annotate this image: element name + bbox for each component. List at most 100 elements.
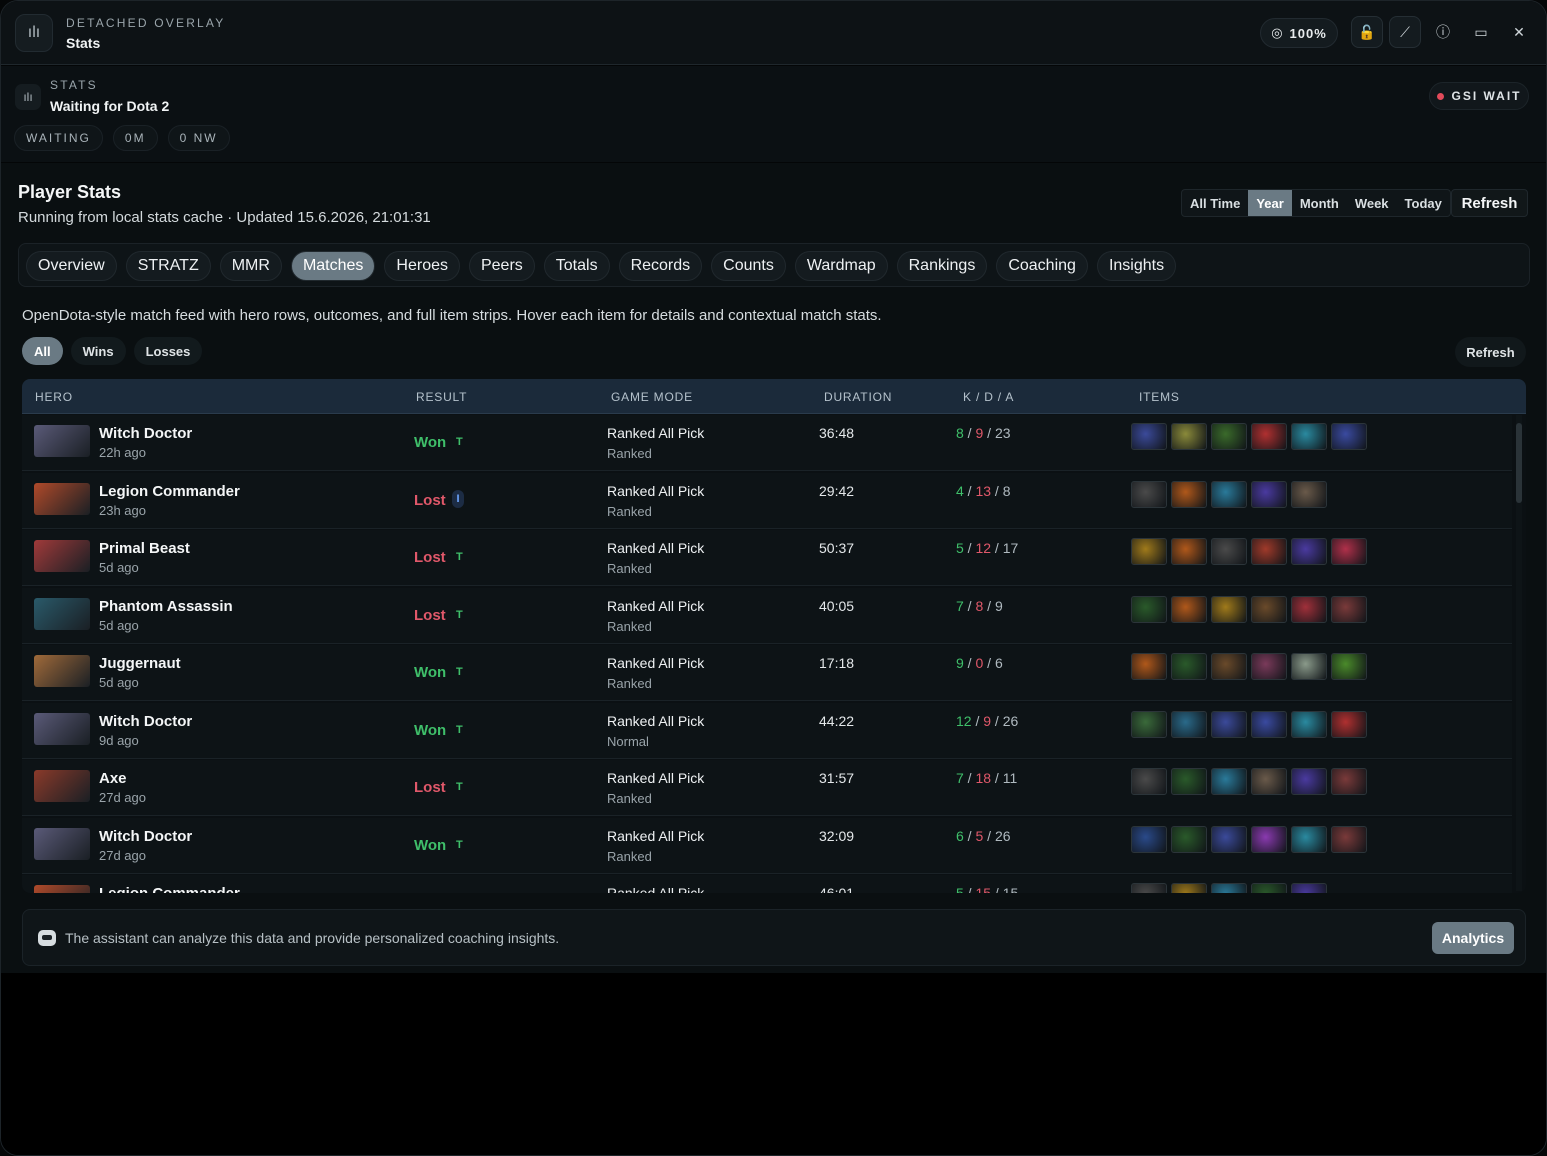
table-row[interactable]: Juggernaut 5d ago Won T Ranked All Pick Ranke… — [22, 645, 1512, 701]
item-icon[interactable] — [1131, 653, 1167, 680]
item-icon[interactable] — [1331, 595, 1367, 623]
item-icon[interactable] — [1291, 825, 1327, 853]
item-icon[interactable] — [1211, 883, 1247, 893]
item-icon[interactable] — [1211, 768, 1247, 795]
table-row[interactable]: Legion Commander Ranked All Pick 46:01 5 / … — [22, 875, 1512, 893]
item-icon[interactable] — [1171, 538, 1207, 565]
item-icon[interactable] — [1131, 710, 1167, 738]
item-icon[interactable] — [1331, 710, 1367, 738]
item-icon[interactable] — [1251, 883, 1287, 893]
item-icon[interactable] — [1211, 480, 1247, 508]
item-icon[interactable] — [1211, 710, 1247, 738]
deaths: 8 — [975, 597, 984, 614]
table-row[interactable]: Axe 27d ago Lost T Ranked All Pick Ranked 31:5… — [22, 760, 1512, 816]
info-icon[interactable]: ⓘ — [1427, 16, 1459, 48]
item-icon[interactable] — [1251, 710, 1287, 738]
item-icon[interactable] — [1331, 423, 1367, 450]
filter-all[interactable]: All — [22, 337, 63, 365]
item-icon[interactable] — [1211, 423, 1247, 450]
feed-refresh-button[interactable]: Refresh — [1455, 337, 1526, 367]
tab-overview[interactable]: Overview — [26, 251, 117, 281]
refresh-button[interactable]: Refresh — [1451, 189, 1528, 217]
kda: 8 / 9 / 23 — [956, 425, 1011, 441]
item-icon[interactable] — [1211, 538, 1247, 565]
item-icon[interactable] — [1251, 595, 1287, 623]
filter-losses[interactable]: Losses — [133, 337, 203, 365]
kills: 7 — [956, 770, 964, 786]
tab-stratz[interactable]: STRATZ — [125, 251, 211, 281]
item-icon[interactable] — [1171, 595, 1207, 623]
item-icon[interactable] — [1251, 825, 1287, 853]
item-icon[interactable] — [1291, 595, 1327, 623]
table-row[interactable]: Primal Beast 5d ago Lost T Ranked All Pick Ra… — [22, 530, 1512, 586]
tab-totals[interactable]: Totals — [543, 251, 610, 281]
item-icon[interactable] — [1131, 883, 1167, 893]
assists: 9 — [994, 597, 1003, 614]
analytics-button[interactable]: Analytics — [1432, 922, 1514, 954]
item-icon[interactable] — [1171, 883, 1207, 893]
item-icon[interactable] — [1131, 538, 1167, 565]
item-icon[interactable] — [1171, 768, 1207, 795]
tab-mmr[interactable]: MMR — [219, 251, 282, 281]
tab-rankings[interactable]: Rankings — [896, 251, 988, 281]
item-icon[interactable] — [1251, 480, 1287, 508]
item-icon[interactable] — [1211, 595, 1247, 623]
table-row[interactable]: Phantom Assassin 5d ago Lost T Ranked All Pi… — [22, 587, 1512, 644]
table-row[interactable]: Legion Commander 23h ago Lost I Ranked All P… — [22, 472, 1512, 529]
page-subtitle: Running from local stats cache · Updated… — [18, 209, 431, 226]
item-icon[interactable] — [1291, 768, 1327, 795]
item-icon[interactable] — [1291, 423, 1327, 450]
item-icon[interactable] — [1171, 653, 1207, 680]
item-icon[interactable] — [1131, 825, 1167, 853]
item-icon[interactable] — [1131, 423, 1167, 450]
tab-counts[interactable]: Counts — [711, 251, 786, 281]
item-icon[interactable] — [1171, 423, 1207, 450]
item-icon[interactable] — [1291, 653, 1327, 680]
item-icon[interactable] — [1251, 768, 1287, 795]
period-month[interactable]: Month — [1292, 190, 1347, 216]
item-icon[interactable] — [1211, 825, 1247, 853]
tab-heroes[interactable]: Heroes — [384, 251, 460, 281]
item-icon[interactable] — [1331, 653, 1367, 680]
item-icon[interactable] — [1291, 538, 1327, 565]
tab-peers[interactable]: Peers — [468, 251, 535, 281]
minimize-icon[interactable]: ▭ — [1465, 16, 1497, 48]
item-icon[interactable] — [1171, 480, 1207, 508]
match-result: Lost — [414, 779, 446, 796]
item-icon[interactable] — [1251, 423, 1287, 450]
item-icon[interactable] — [1171, 710, 1207, 738]
table-row[interactable]: Witch Doctor 22h ago Won T Ranked All Pick Ra… — [22, 415, 1512, 471]
period-today[interactable]: Today — [1397, 190, 1450, 216]
item-icon[interactable] — [1331, 825, 1367, 853]
item-icon[interactable] — [1331, 768, 1367, 795]
item-icon[interactable] — [1291, 480, 1327, 508]
period-year[interactable]: Year — [1248, 190, 1292, 216]
item-icon[interactable] — [1131, 480, 1167, 508]
period-week[interactable]: Week — [1347, 190, 1397, 216]
item-icon[interactable] — [1291, 710, 1327, 738]
hero-name: Legion Commander — [99, 482, 240, 500]
item-icon[interactable] — [1291, 883, 1327, 893]
filter-wins[interactable]: Wins — [70, 337, 126, 365]
lock-icon[interactable]: 🔓 — [1351, 16, 1383, 48]
item-icon[interactable] — [1251, 653, 1287, 680]
item-icon[interactable] — [1331, 538, 1367, 565]
item-icon[interactable] — [1131, 595, 1167, 623]
period-all-time[interactable]: All Time — [1182, 190, 1248, 216]
item-icon[interactable] — [1171, 825, 1207, 853]
item-icon[interactable] — [1251, 538, 1287, 565]
tab-coaching[interactable]: Coaching — [996, 251, 1088, 281]
zoom-control[interactable]: ◎ 100% — [1260, 18, 1338, 48]
tab-matches[interactable]: Matches — [290, 251, 376, 281]
table-row[interactable]: Witch Doctor 9d ago Won T Ranked All Pick Nor… — [22, 702, 1512, 759]
item-icon[interactable] — [1211, 653, 1247, 680]
table-row[interactable]: Witch Doctor 27d ago Won T Ranked All Pick Ra… — [22, 817, 1512, 874]
tab-wardmap[interactable]: Wardmap — [794, 251, 888, 281]
close-icon[interactable]: ✕ — [1503, 16, 1535, 48]
scrollbar-thumb[interactable] — [1516, 423, 1522, 503]
pin-icon[interactable]: ⟋ — [1389, 16, 1421, 48]
tab-records[interactable]: Records — [618, 251, 703, 281]
hero-name: Legion Commander — [99, 885, 240, 893]
item-icon[interactable] — [1131, 768, 1167, 795]
tab-insights[interactable]: Insights — [1096, 251, 1177, 281]
